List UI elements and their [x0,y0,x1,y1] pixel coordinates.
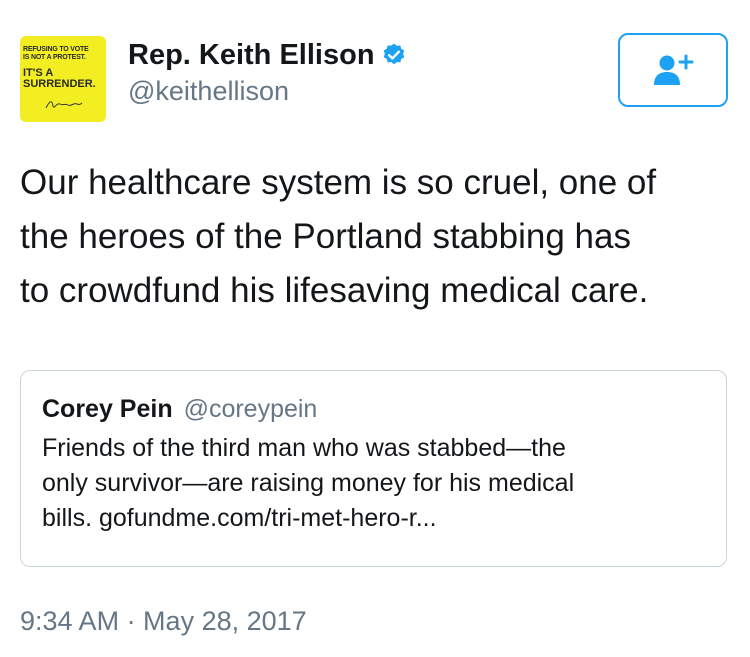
verified-badge-icon [383,43,404,65]
avatar[interactable]: REFUSING TO VOTE IS NOT A PROTEST. IT'S … [20,36,106,122]
follow-button[interactable] [618,33,728,107]
quoted-tweet[interactable]: Corey Pein @coreypein Friends of the thi… [20,370,727,567]
avatar-text-line: SURRENDER. [23,78,96,90]
add-user-icon [654,54,694,85]
quoted-author-name: Corey Pein [42,395,173,423]
tweet-timestamp[interactable]: 9:34 AM · May 28, 2017 [20,606,307,637]
avatar-text-line: REFUSING TO VOTE [23,46,89,53]
author-display-name[interactable]: Rep. Keith Ellison [128,39,375,72]
quoted-author-handle: @coreypein [183,395,318,423]
quoted-tweet-text: Friends of the third man who was stabbed… [42,434,575,532]
avatar-text-line: IS NOT A PROTEST. [23,54,86,61]
quoted-tweet-header: Corey Pein @coreypein [42,395,317,424]
signature-icon [45,101,83,109]
author-name-row: Rep. Keith Ellison [128,36,407,74]
tweet-text: Our healthcare system is so cruel, one o… [20,163,657,310]
author-handle[interactable]: @keithellison [128,76,289,107]
